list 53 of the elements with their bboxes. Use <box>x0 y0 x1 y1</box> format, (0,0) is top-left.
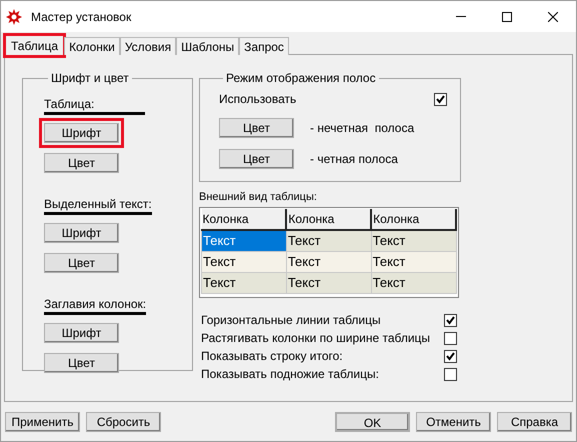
footer-button[interactable]: Применить <box>5 412 80 432</box>
footer-button[interactable]: Справка <box>497 412 572 432</box>
section-label: Выделенный текст: <box>44 197 152 215</box>
footer-button[interactable]: Отменить <box>416 412 491 432</box>
checkbox[interactable] <box>444 350 457 362</box>
section-button[interactable]: Шрифт <box>44 323 119 343</box>
checkbox[interactable] <box>444 368 457 380</box>
option-label: Горизонтальные линии таблицы <box>201 312 381 329</box>
checkbox[interactable] <box>444 332 457 344</box>
table-cell: Текст <box>371 272 456 293</box>
column-header: Колонка <box>371 209 456 230</box>
group-title: Шрифт и цвет <box>50 70 130 87</box>
section-button[interactable]: Цвет <box>44 253 119 273</box>
column-header: Колонка <box>286 209 372 230</box>
use-label: Использовать <box>219 91 296 108</box>
footer-button[interactable]: OK <box>335 412 410 432</box>
tab[interactable]: Условия <box>120 37 176 55</box>
table-cell: Текст <box>286 251 372 272</box>
color-button[interactable]: Цвет <box>219 149 294 169</box>
option-label: Показывать строку итого: <box>201 348 343 365</box>
checkbox[interactable] <box>444 314 457 326</box>
option-label: Растягивать колонки по ширине таблицы <box>201 330 430 347</box>
column-header: Колонка <box>202 209 286 230</box>
tab[interactable]: Колонки <box>64 37 120 55</box>
table-cell: Текст <box>371 251 456 272</box>
table-cell: Текст <box>286 272 372 293</box>
window-title: Мастер установок <box>31 8 132 26</box>
table-cell: Текст <box>202 230 286 251</box>
section-label: Таблица: <box>44 97 145 115</box>
tab[interactable]: Таблица <box>5 35 64 56</box>
minimize-icon <box>456 16 466 17</box>
star-icon <box>6 8 22 24</box>
section-button[interactable]: Шрифт <box>44 123 119 143</box>
table-cell: Текст <box>202 272 286 293</box>
stripe-label: - нечетная полоса <box>310 120 414 137</box>
section-button[interactable]: Цвет <box>44 353 119 373</box>
stripe-label: - четная полоса <box>310 151 398 168</box>
maximize-icon <box>502 12 512 22</box>
footer-button[interactable]: Сбросить <box>86 412 161 432</box>
tab[interactable]: Запрос <box>239 37 289 55</box>
option-label: Показывать подножие таблицы: <box>201 366 379 383</box>
section-button[interactable]: Шрифт <box>44 223 119 243</box>
tab[interactable]: Шаблоны <box>176 37 240 55</box>
table-cell: Текст <box>286 230 372 251</box>
section-button[interactable]: Цвет <box>44 153 119 173</box>
preview-label: Внешний вид таблицы: <box>199 190 318 204</box>
close-icon <box>548 12 558 22</box>
table-cell: Текст <box>371 230 456 251</box>
checkbox[interactable] <box>434 92 447 106</box>
group-title: Режим отображения полос <box>225 70 377 87</box>
color-button[interactable]: Цвет <box>219 118 294 138</box>
section-label: Заглавия колонок: <box>44 297 146 315</box>
table-cell: Текст <box>202 251 286 272</box>
